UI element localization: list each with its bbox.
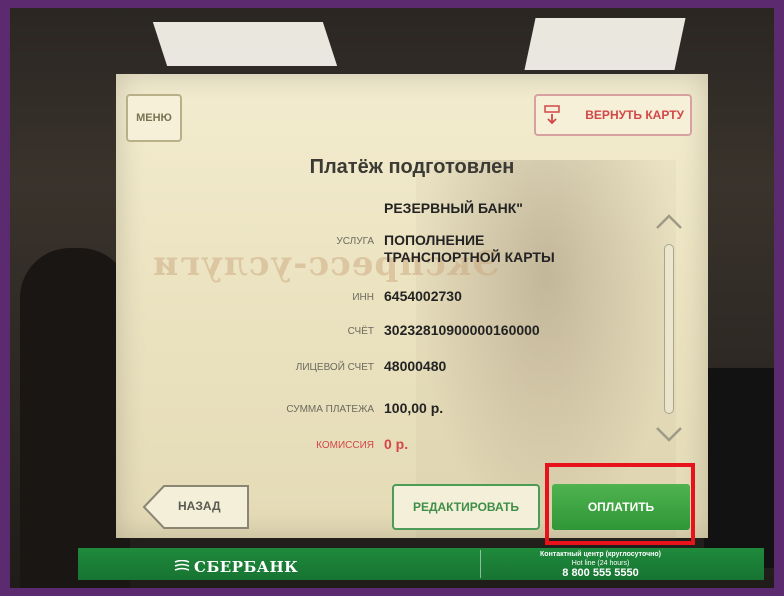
account-label: счёт bbox=[347, 326, 374, 337]
atm-footer: СБЕРБАНК Контактный центр (круглосуточно… bbox=[78, 548, 764, 580]
inn-label: инн bbox=[352, 292, 374, 303]
return-card-button[interactable]: ВЕРНУТЬ КАРТУ bbox=[534, 94, 692, 136]
page-title: Платёж подготовлен bbox=[309, 156, 515, 178]
ceiling-light bbox=[524, 18, 686, 70]
sberbank-logo-icon bbox=[174, 560, 190, 571]
bank-name: РЕЗЕРВНЫЙ БАНК" bbox=[384, 200, 523, 216]
reflection-person bbox=[20, 248, 130, 588]
edit-button[interactable]: РЕДАКТИРОВАТЬ bbox=[392, 484, 540, 530]
scroll-down-icon[interactable] bbox=[654, 424, 684, 444]
ceiling-light bbox=[152, 22, 338, 66]
amount-value: 100,00 р. bbox=[384, 400, 444, 416]
return-card-label: ВЕРНУТЬ КАРТУ bbox=[585, 108, 684, 122]
terminal-edge bbox=[704, 368, 774, 568]
inn-value: 6454002730 bbox=[384, 288, 462, 304]
service-value-line2: ТРАНСПОРТНОЙ КАРТЫ bbox=[384, 249, 555, 265]
personal-account-value: 48000480 bbox=[384, 358, 447, 374]
service-value-line1: ПОПОЛНЕНИЕ bbox=[384, 232, 485, 248]
card-return-icon bbox=[544, 105, 560, 125]
commission-value: 0 р. bbox=[384, 436, 409, 452]
back-button[interactable]: НАЗАД bbox=[142, 484, 252, 530]
amount-label: сумма платежа bbox=[286, 404, 374, 415]
contact-line1: Контактный центр (круглосуточно) bbox=[540, 551, 661, 558]
back-label: НАЗАД bbox=[178, 499, 221, 513]
contact-phone: 8 800 555 5550 bbox=[562, 567, 639, 579]
account-value: 30232810900000160000 bbox=[384, 322, 540, 338]
service-value: ПОПОЛНЕНИЕ ТРАНСПОРТНОЙ КАРТЫ bbox=[384, 232, 555, 266]
commission-label: комиссия bbox=[316, 440, 374, 451]
pay-highlight-box bbox=[545, 463, 695, 545]
service-label: услуга bbox=[336, 236, 374, 247]
scroll-up-icon[interactable] bbox=[654, 212, 684, 232]
menu-button[interactable]: МЕНЮ bbox=[126, 94, 182, 142]
personal-account-label: лицевой счет bbox=[295, 362, 374, 373]
sberbank-logo: СБЕРБАНК bbox=[194, 558, 299, 576]
contact-center: Контактный центр (круглосуточно) Hot lin… bbox=[480, 550, 710, 579]
scrollbar[interactable] bbox=[664, 244, 674, 414]
